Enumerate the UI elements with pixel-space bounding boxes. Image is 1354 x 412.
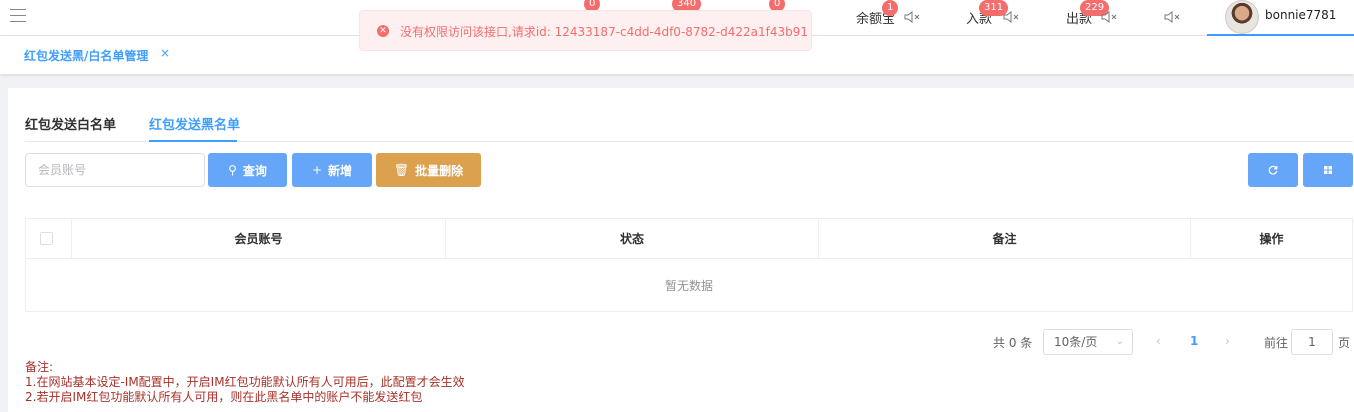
page-size-value: 10条/页: [1054, 335, 1098, 349]
chevron-down-icon: ⌄: [1115, 336, 1124, 347]
next-page-icon[interactable]: ›: [1225, 334, 1230, 348]
speaker-muted-icon[interactable]: [1101, 10, 1119, 24]
data-table: 会员账号 状态 备注 操作 暂无数据: [25, 218, 1353, 312]
notes-line: 2.若开启IM红包功能默认所有人可用，则在此黑名单中的账户不能发送红包: [25, 390, 423, 404]
columns-button[interactable]: [1303, 153, 1353, 187]
notes-line: 1.在网站基本设定-IM配置中，开启IM红包功能默认所有人可用后，此配置才会生效: [25, 375, 465, 389]
main-card: 红包发送白名单 红包发送黑名单 ⚲ 查询 + 新增 🗑 批量删除 会员账号 状态…: [8, 88, 1354, 412]
empty-text: 暂无数据: [664, 279, 713, 293]
tab-blacklist[interactable]: 红包发送黑名单: [149, 114, 240, 133]
menu-toggle-icon[interactable]: [10, 9, 26, 23]
user-menu[interactable]: bonnie7781: [1207, 0, 1354, 36]
batch-delete-label: 批量删除: [415, 163, 464, 178]
avatar[interactable]: [1225, 0, 1259, 34]
yuebao-badge: 1: [882, 0, 899, 16]
search-input[interactable]: [25, 153, 205, 187]
goto-page-input[interactable]: 1: [1291, 329, 1333, 355]
speaker-muted-icon[interactable]: [1164, 10, 1182, 24]
notes-title: 备注:: [25, 360, 54, 374]
query-button[interactable]: ⚲ 查询: [208, 153, 287, 187]
trash-icon: 🗑: [393, 163, 410, 177]
tab-whitelist[interactable]: 红包发送白名单: [25, 114, 116, 133]
search-icon: ⚲: [228, 163, 237, 177]
add-label: 新增: [328, 163, 353, 178]
close-icon[interactable]: ×: [160, 46, 170, 60]
select-all-checkbox[interactable]: [40, 232, 53, 245]
speaker-muted-icon[interactable]: [904, 10, 922, 24]
current-page[interactable]: 1: [1190, 334, 1198, 348]
batch-delete-button[interactable]: 🗑 批量删除: [376, 153, 481, 187]
column-header-account: 会员账号: [71, 219, 445, 259]
notes: 备注: 1.在网站基本设定-IM配置中，开启IM红包功能默认所有人可用后，此配置…: [25, 360, 465, 405]
column-header-actions: 操作: [1190, 219, 1352, 259]
goto-label: 前往: [1264, 336, 1289, 350]
refresh-icon: [1268, 165, 1278, 175]
page-size-select[interactable]: 10条/页 ⌄: [1043, 329, 1133, 355]
query-label: 查询: [242, 163, 267, 178]
tab-tag-redpacket-list[interactable]: 红包发送黑/白名单管理: [24, 47, 148, 64]
table-header: 会员账号 状态 备注 操作: [26, 219, 1352, 259]
prev-page-icon[interactable]: ‹: [1156, 334, 1161, 348]
grid-icon: [1324, 166, 1332, 174]
tabs: 红包发送白名单 红包发送黑名单: [25, 114, 1353, 142]
toast-message: 没有权限访问该接口,请求id: 12433187-c4dd-4df0-8782-…: [400, 25, 809, 39]
total-count: 共 0 条: [993, 336, 1033, 350]
error-toast: ✕ 没有权限访问该接口,请求id: 12433187-c4dd-4df0-878…: [359, 10, 812, 51]
username: bonnie7781: [1265, 8, 1337, 22]
speaker-muted-icon[interactable]: [1003, 10, 1021, 24]
column-header-status: 状态: [445, 219, 818, 259]
add-button[interactable]: + 新增: [292, 153, 372, 187]
page-unit-label: 页: [1338, 336, 1351, 350]
plus-icon: +: [311, 163, 323, 177]
column-header-remark: 备注: [818, 219, 1190, 259]
x-circle-icon: ✕: [377, 25, 389, 37]
active-tab-indicator: [149, 140, 237, 142]
refresh-button[interactable]: [1248, 153, 1298, 187]
